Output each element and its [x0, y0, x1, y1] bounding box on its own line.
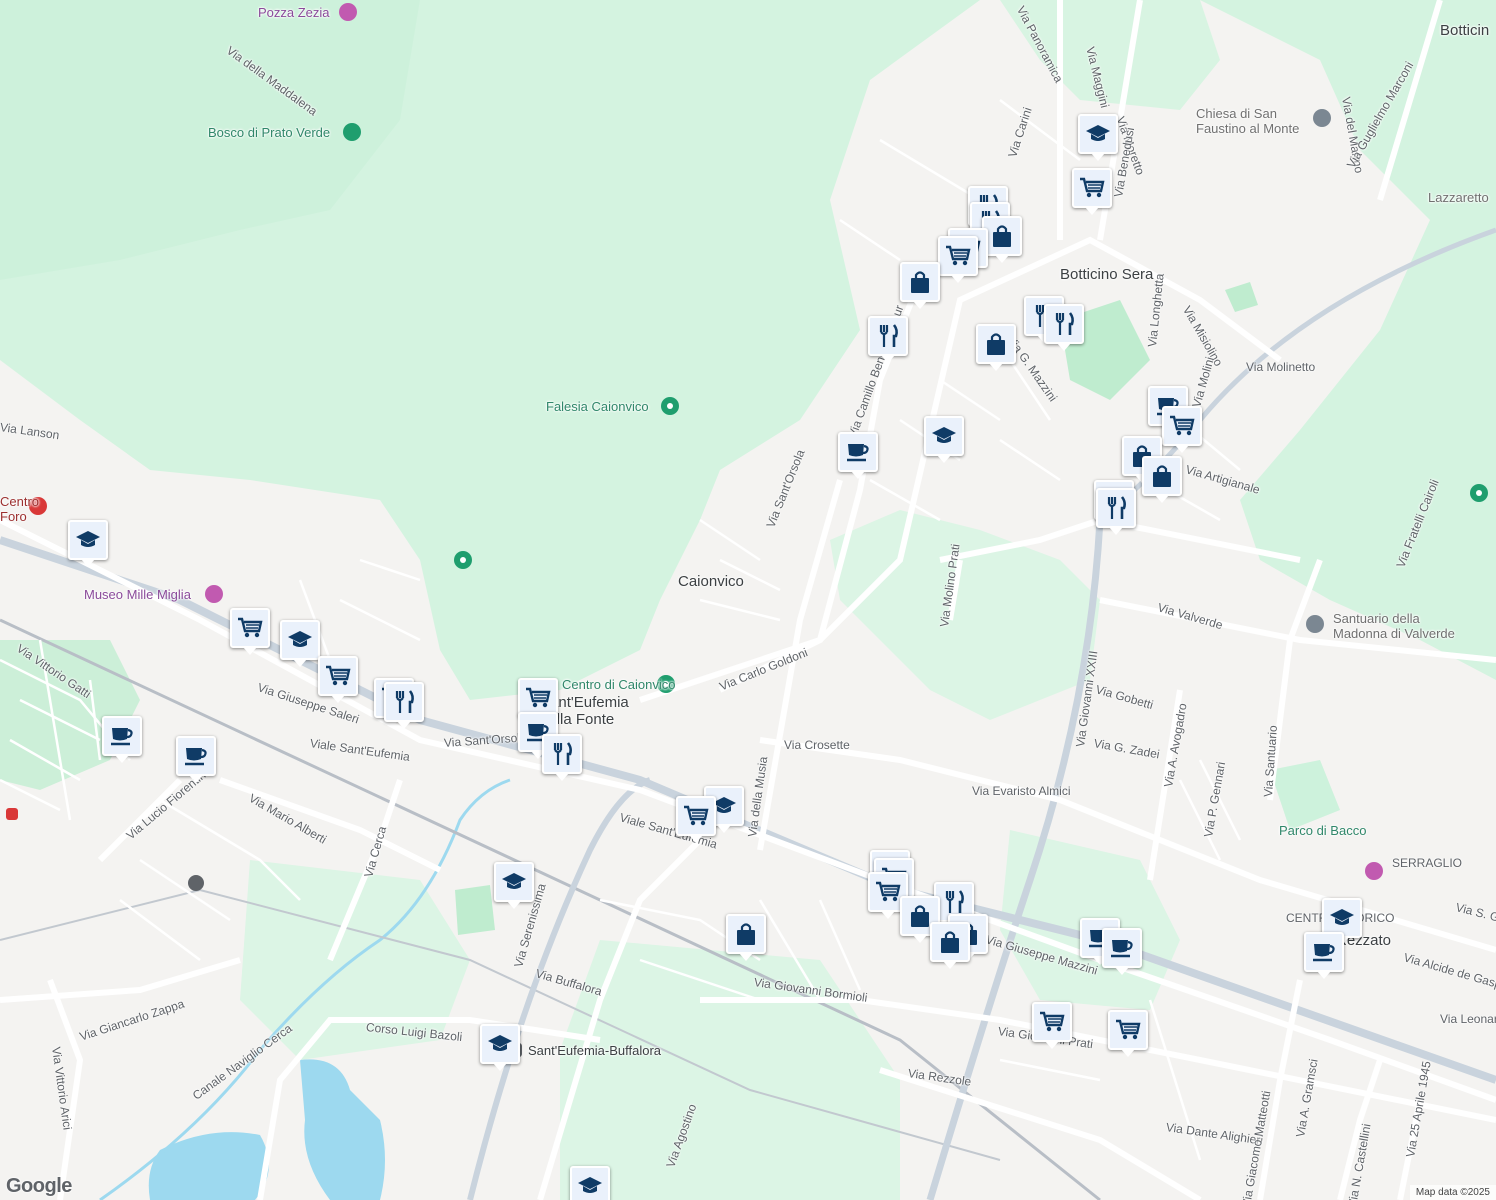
shopping-bag-icon	[1151, 464, 1173, 488]
restaurant-marker[interactable]	[1096, 488, 1136, 535]
shopping-cart-marker[interactable]	[230, 608, 270, 655]
place-label-serraglio: SERRAGLIO	[1392, 856, 1463, 870]
shopping-cart-icon	[683, 805, 709, 827]
shopping-bag-marker[interactable]	[726, 914, 766, 961]
poi-label-museo: Museo Mille Miglia	[84, 587, 191, 602]
shopping-bag-marker[interactable]	[900, 262, 940, 309]
shopping-cart-icon	[1169, 415, 1195, 437]
poi-label-falesia: Falesia Caionvico	[546, 399, 649, 414]
shopping-cart-icon	[1115, 1019, 1141, 1041]
place-label-botticino: Botticino Sera	[1060, 266, 1154, 283]
restaurant-marker[interactable]	[868, 316, 908, 363]
shopping-cart-icon	[525, 687, 551, 709]
lake	[148, 1132, 269, 1200]
graduation-cap-marker[interactable]	[1078, 114, 1118, 161]
graduation-cap-icon	[501, 872, 527, 892]
graduation-cap-marker[interactable]	[280, 620, 320, 667]
shopping-cart-icon	[325, 665, 351, 687]
graduation-cap-icon	[1329, 908, 1355, 928]
graduation-cap-icon	[487, 1034, 513, 1054]
cafe-icon	[1109, 937, 1135, 959]
restaurant-marker[interactable]	[542, 734, 582, 781]
shopping-cart-marker[interactable]	[1072, 168, 1112, 215]
place-label-lazzaretto: Lazzaretto	[1428, 190, 1489, 205]
restaurant-marker[interactable]	[384, 682, 424, 729]
shopping-bag-icon	[985, 332, 1007, 356]
restaurant-icon	[942, 890, 966, 914]
restaurant-marker[interactable]	[1044, 304, 1084, 351]
park-area	[1225, 282, 1258, 312]
restaurant-icon	[550, 742, 574, 766]
poi-label-pozza-zezia: Pozza Zezia	[258, 5, 330, 20]
cafe-icon	[845, 441, 871, 463]
place-label-botticin-edge: Botticin	[1440, 22, 1490, 39]
graduation-cap-icon	[1085, 124, 1111, 144]
street-label: Via Crosette	[784, 738, 850, 752]
forest-area	[830, 510, 1100, 720]
shopping-cart-marker[interactable]	[1162, 406, 1202, 453]
poi-label-stazione: Sant'Eufemia-Buffalora	[528, 1043, 662, 1058]
restaurant-icon	[1104, 496, 1128, 520]
cafe-marker[interactable]	[1304, 932, 1344, 979]
poi-label-bosco: Bosco di Prato Verde	[208, 125, 331, 140]
shopping-cart-marker[interactable]	[938, 236, 978, 283]
poi-label-ospedale: Centro Foro	[0, 494, 40, 524]
poi-label-chiesa: Chiesa di San Faustino al Monte	[1196, 106, 1300, 136]
graduation-cap-marker[interactable]	[68, 520, 108, 567]
restaurant-icon	[1052, 312, 1076, 336]
park-area	[455, 885, 495, 935]
cafe-icon	[183, 745, 209, 767]
street-label: Via Evaristo Almici	[972, 784, 1071, 798]
shopping-bag-icon	[991, 224, 1013, 248]
shopping-bag-marker[interactable]	[976, 324, 1016, 371]
shopping-bag-marker[interactable]	[982, 216, 1022, 263]
shopping-cart-marker[interactable]	[1032, 1002, 1072, 1049]
map-attribution[interactable]: Map data ©2025	[1409, 1185, 1496, 1200]
graduation-cap-icon	[75, 530, 101, 550]
graduation-cap-marker[interactable]	[480, 1024, 520, 1071]
shopping-cart-icon	[237, 617, 263, 639]
shopping-cart-icon	[1079, 177, 1105, 199]
google-logo[interactable]: Google	[6, 1175, 72, 1198]
lake	[300, 1059, 385, 1200]
shopping-bag-marker[interactable]	[1142, 456, 1182, 503]
graduation-cap-marker[interactable]	[924, 416, 964, 463]
poi-label-centro-caionvico: Centro di Caionvico	[562, 677, 676, 692]
shopping-cart-marker[interactable]	[318, 656, 358, 703]
shopping-cart-icon	[875, 881, 901, 903]
graduation-cap-icon	[931, 426, 957, 446]
graduation-cap-icon	[287, 630, 313, 650]
place-label-caionvico: Caionvico	[678, 573, 744, 590]
poi-label-parco-bacco: Parco di Bacco	[1279, 823, 1367, 838]
park-area	[1270, 760, 1340, 830]
street-label: Via Molinetto	[1246, 360, 1316, 374]
shopping-bag-icon	[735, 922, 757, 946]
restaurant-icon	[392, 690, 416, 714]
cafe-icon	[109, 725, 135, 747]
street-label: Via Leonardo	[1440, 1012, 1496, 1026]
shopping-cart-marker[interactable]	[1108, 1010, 1148, 1057]
map-base-layer	[0, 0, 1496, 1200]
cafe-marker[interactable]	[1102, 928, 1142, 975]
graduation-cap-marker[interactable]	[570, 1166, 610, 1200]
shopping-bag-icon	[909, 270, 931, 294]
restaurant-icon	[876, 324, 900, 348]
cafe-marker[interactable]	[838, 432, 878, 479]
map-canvas[interactable]: Botticino SeraCaionvicoSant'Eufemia dell…	[0, 0, 1496, 1200]
graduation-cap-marker[interactable]	[494, 862, 534, 909]
shopping-bag-marker[interactable]	[930, 922, 970, 969]
shopping-cart-icon	[1039, 1011, 1065, 1033]
poi-label-santuario: Santuario della Madonna di Valverde	[1333, 611, 1455, 641]
cafe-icon	[1311, 941, 1337, 963]
cafe-marker[interactable]	[176, 736, 216, 783]
graduation-cap-icon	[577, 1176, 603, 1196]
shopping-bag-icon	[939, 930, 961, 954]
shopping-bag-icon	[909, 904, 931, 928]
shopping-cart-marker[interactable]	[676, 796, 716, 843]
park-area	[0, 640, 140, 790]
shopping-cart-icon	[945, 245, 971, 267]
cafe-marker[interactable]	[102, 716, 142, 763]
